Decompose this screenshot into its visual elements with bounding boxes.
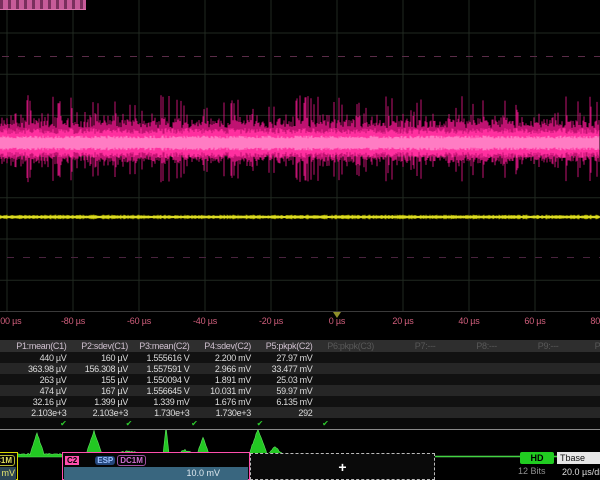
measure-value: 27.97 mV <box>256 353 318 363</box>
channel-c2-descriptor[interactable]: C2 ESP DC1M 10.0 mV <box>62 452 250 480</box>
measure-min: 1.550094 V <box>133 375 195 385</box>
measure-sdev: 1.339 mV <box>133 397 195 407</box>
measure-column-header[interactable]: P5:pkpk(C2) <box>256 341 318 351</box>
measure-mean: 33.477 mV <box>256 364 318 374</box>
channel-c1-descriptor[interactable]: C1 DC1M 10.0 mV <box>0 452 18 480</box>
measure-column-header[interactable]: P2:sdev(C1) <box>72 341 134 351</box>
measure-column-header[interactable]: P1:mean(C1) <box>10 341 72 351</box>
measure-sdev: 1.676 mV <box>195 397 257 407</box>
axis-tick-label: 60 µs <box>524 316 545 326</box>
measure-mean: 156.308 µV <box>72 364 134 374</box>
axis-tick-label: -60 µs <box>127 316 151 326</box>
axis-tick-label: 40 µs <box>458 316 479 326</box>
c2-label: C2 <box>65 456 79 465</box>
measure-min: 155 µV <box>72 375 134 385</box>
measure-num: 1.730e+3 <box>133 408 195 418</box>
measure-max: 10.031 mV <box>195 386 257 396</box>
trigger-position-marker[interactable] <box>333 312 341 318</box>
measure-row-min: 263 µV155 µV1.550094 V1.891 mV25.03 mV <box>0 374 600 385</box>
trace-label-badge <box>0 0 86 10</box>
measure-column-header[interactable]: P6:pkpk(C3) <box>318 341 380 351</box>
measure-column-header[interactable]: P3:mean(C2) <box>133 341 195 351</box>
resolution-label: 12 Bits <box>518 466 546 476</box>
measure-sdev: 1.399 µV <box>72 397 134 407</box>
measure-value: 440 µV <box>10 353 72 363</box>
measure-num: 2.103e+3 <box>10 408 72 418</box>
timebase-descriptor[interactable]: Tbase 20.0 µs/div <box>557 452 600 477</box>
c1-coupling-badge: DC1M <box>0 455 15 466</box>
oscilloscope-screen: -100 µs-80 µs-60 µs-40 µs-20 µs0 µs20 µs… <box>0 0 600 480</box>
measure-column-header[interactable]: P4:sdev(C2) <box>195 341 257 351</box>
measure-status-check: ✔ <box>76 419 142 429</box>
measure-status-check: ✔ <box>141 419 207 429</box>
c2-coupling-badge: DC1M <box>117 455 146 466</box>
measure-mean: 363.98 µV <box>10 364 72 374</box>
measure-status-check: ✔ <box>272 419 338 429</box>
measurement-table: P1:mean(C1)P2:sdev(C1)P3:mean(C2)P4:sdev… <box>0 340 600 429</box>
c2-esp-badge: ESP <box>95 456 115 465</box>
axis-tick-label: 80 µs <box>590 316 600 326</box>
axis-tick-label: -40 µs <box>193 316 217 326</box>
measure-mean: 1.557591 V <box>133 364 195 374</box>
axis-tick-label: -80 µs <box>61 316 85 326</box>
measure-status-check: ✔ <box>207 419 273 429</box>
measure-min: 1.891 mV <box>195 375 257 385</box>
timebase-value: 20.0 µs/div <box>557 464 600 477</box>
measure-row-value: 440 µV160 µV1.555616 V2.200 mV27.97 mV <box>0 352 600 363</box>
measure-column-header[interactable]: P10:--- <box>564 341 600 351</box>
measure-column-header[interactable]: P8:--- <box>441 341 503 351</box>
axis-tick-label: -20 µs <box>259 316 283 326</box>
measure-column-header[interactable]: P9:--- <box>502 341 564 351</box>
measure-max: 167 µV <box>72 386 134 396</box>
c1-vdiv-readout: 10.0 mV <box>0 467 16 480</box>
measure-row-sdev: 32.16 µV1.399 µV1.339 mV1.676 mV6.135 mV <box>0 396 600 407</box>
measure-row-header: P1:mean(C1)P2:sdev(C1)P3:mean(C2)P4:sdev… <box>0 340 600 352</box>
measure-row-num: 2.103e+32.103e+31.730e+31.730e+3292 <box>0 407 600 418</box>
axis-tick-label: 20 µs <box>392 316 413 326</box>
timebase-title: Tbase <box>557 452 600 464</box>
measure-row-status: ✔✔✔✔✔ <box>0 418 600 429</box>
measure-sdev: 6.135 mV <box>256 397 318 407</box>
measure-sdev: 32.16 µV <box>10 397 72 407</box>
axis-tick-label: -100 µs <box>0 316 21 326</box>
measure-max: 1.556645 V <box>133 386 195 396</box>
waveform-grid <box>0 0 600 332</box>
add-trace-button[interactable]: + <box>250 453 435 480</box>
measure-column-header[interactable]: P7:--- <box>379 341 441 351</box>
measure-min: 263 µV <box>10 375 72 385</box>
measure-status-check: ✔ <box>10 419 76 429</box>
measure-row-max: 474 µV167 µV1.556645 V10.031 mV59.97 mV <box>0 385 600 396</box>
measure-row-mean: 363.98 µV156.308 µV1.557591 V2.966 mV33.… <box>0 363 600 374</box>
hd-mode-badge[interactable]: HD <box>520 452 554 464</box>
measure-num: 292 <box>256 408 318 418</box>
c1-badges-row: C1 DC1M <box>0 453 17 467</box>
measure-value: 1.555616 V <box>133 353 195 363</box>
measure-value: 160 µV <box>72 353 134 363</box>
plus-icon: + <box>338 460 346 474</box>
measure-max: 474 µV <box>10 386 72 396</box>
measure-max: 59.97 mV <box>256 386 318 396</box>
measure-num: 1.730e+3 <box>195 408 257 418</box>
measure-mean: 2.966 mV <box>195 364 257 374</box>
measure-value: 2.200 mV <box>195 353 257 363</box>
measure-num: 2.103e+3 <box>72 408 134 418</box>
c2-vdiv-readout: 10.0 mV <box>64 467 248 480</box>
measure-min: 25.03 mV <box>256 375 318 385</box>
c2-badges-row: C2 ESP DC1M <box>63 453 249 467</box>
